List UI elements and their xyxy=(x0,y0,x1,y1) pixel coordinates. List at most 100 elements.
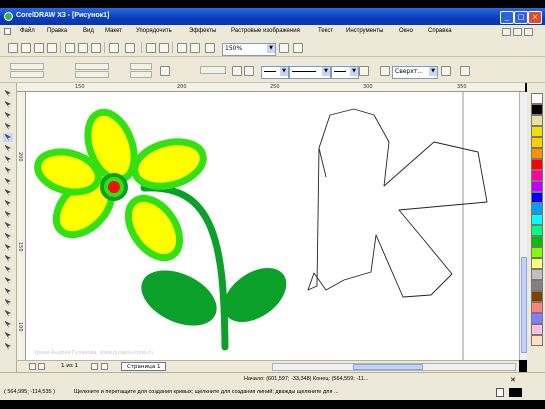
menu-tools[interactable]: Инструменты xyxy=(346,28,383,34)
menu-text[interactable]: Текст xyxy=(318,28,333,34)
horizontal-scrollbar[interactable] xyxy=(272,363,516,371)
next-page-icon[interactable] xyxy=(91,363,98,370)
print-icon[interactable] xyxy=(47,43,57,53)
pick-tool-icon[interactable] xyxy=(3,89,13,98)
color-swatch[interactable] xyxy=(531,214,543,225)
interactive-fill-icon[interactable] xyxy=(3,254,13,263)
rectangle-tool-icon[interactable] xyxy=(3,155,13,164)
zoom-tool-icon[interactable] xyxy=(3,122,13,131)
menu-file[interactable]: Файл xyxy=(20,28,35,34)
color-swatch[interactable] xyxy=(531,181,543,192)
eyedropper-icon[interactable] xyxy=(3,221,13,230)
menu-edit[interactable]: Правка xyxy=(47,28,67,34)
color-swatch[interactable] xyxy=(531,192,543,203)
crop-tool-icon[interactable] xyxy=(3,111,13,120)
virtual-delete-icon[interactable] xyxy=(3,309,13,318)
color-swatch[interactable] xyxy=(531,148,543,159)
end-arrow-dropdown[interactable]: ▼ xyxy=(331,66,359,79)
mirror-vertical-icon[interactable] xyxy=(244,66,254,76)
prev-page-icon[interactable] xyxy=(38,363,45,370)
doc-close-button[interactable] xyxy=(524,28,533,36)
color-swatch[interactable] xyxy=(531,93,543,104)
height-field[interactable] xyxy=(75,71,109,78)
wrap-text-icon[interactable] xyxy=(441,66,451,76)
y-position-field[interactable] xyxy=(10,71,44,78)
menu-window[interactable]: Окно xyxy=(399,28,413,34)
menu-effects[interactable]: Эффекты xyxy=(189,28,216,34)
knife-icon[interactable] xyxy=(3,320,13,329)
menu-help[interactable]: Справка xyxy=(428,28,452,34)
color-swatch[interactable] xyxy=(531,137,543,148)
color-swatch[interactable] xyxy=(531,258,543,269)
color-swatch[interactable] xyxy=(531,335,543,346)
scale-x-field[interactable] xyxy=(130,63,152,70)
last-page-icon[interactable] xyxy=(101,363,108,370)
freehand-flower-outline[interactable] xyxy=(307,108,488,298)
import-icon[interactable] xyxy=(146,43,156,53)
basic-shapes-icon[interactable] xyxy=(3,188,13,197)
menu-arrange[interactable]: Упорядочить xyxy=(136,28,172,34)
roughen-icon[interactable] xyxy=(3,298,13,307)
application-launcher-icon[interactable] xyxy=(177,43,187,53)
ellipse-tool-icon[interactable] xyxy=(3,166,13,175)
connector-icon[interactable] xyxy=(3,342,13,351)
export-icon[interactable] xyxy=(159,43,169,53)
transparency-icon[interactable] xyxy=(3,276,13,285)
color-swatch[interactable] xyxy=(531,269,543,280)
redo-icon[interactable] xyxy=(125,43,135,53)
snap-to-icon[interactable] xyxy=(279,43,289,53)
open-icon[interactable] xyxy=(21,43,31,53)
menu-view[interactable]: Вид xyxy=(83,28,94,34)
cut-icon[interactable] xyxy=(65,43,75,53)
color-swatch[interactable] xyxy=(531,324,543,335)
undo-icon[interactable] xyxy=(109,43,119,53)
mesh-fill-icon[interactable] xyxy=(3,265,13,274)
menu-bitmaps[interactable]: Растровые изображения xyxy=(231,28,300,34)
paste-icon[interactable] xyxy=(91,43,101,53)
new-icon[interactable] xyxy=(8,43,18,53)
text-tool-icon[interactable] xyxy=(3,199,13,208)
color-swatch[interactable] xyxy=(531,236,543,247)
color-swatch[interactable] xyxy=(531,280,543,291)
color-swatch[interactable] xyxy=(531,291,543,302)
save-icon[interactable] xyxy=(34,43,44,53)
corel-online-icon[interactable] xyxy=(190,43,200,53)
color-swatch[interactable] xyxy=(531,115,543,126)
outline-tool-icon[interactable] xyxy=(3,232,13,241)
shape-tool-icon[interactable] xyxy=(3,100,13,109)
menu-layout[interactable]: Макет xyxy=(105,28,122,34)
color-swatch[interactable] xyxy=(531,302,543,313)
minimize-button[interactable]: _ xyxy=(500,11,514,24)
flower-drawing[interactable] xyxy=(33,106,296,351)
smudge-icon[interactable] xyxy=(3,287,13,296)
rotation-field[interactable] xyxy=(200,66,226,74)
color-swatch[interactable] xyxy=(531,313,543,324)
freehand-tool-icon[interactable] xyxy=(3,133,13,142)
width-field[interactable] xyxy=(75,63,109,70)
close-curve-icon[interactable] xyxy=(359,66,369,76)
welcome-screen-icon[interactable] xyxy=(205,43,215,53)
doc-restore-button[interactable] xyxy=(513,28,522,36)
options-icon[interactable] xyxy=(293,43,303,53)
smoothing-icon[interactable] xyxy=(460,66,470,76)
x-position-field[interactable] xyxy=(10,63,44,70)
color-swatch[interactable] xyxy=(531,126,543,137)
doc-minimize-button[interactable] xyxy=(502,28,511,36)
copy-icon[interactable] xyxy=(78,43,88,53)
color-swatch[interactable] xyxy=(531,170,543,181)
zoom-level-dropdown[interactable]: 150% ▼ xyxy=(222,43,276,56)
start-arrow-dropdown[interactable]: ▼ xyxy=(261,66,289,79)
mirror-horizontal-icon[interactable] xyxy=(232,66,242,76)
line-style-dropdown[interactable]: ▼ xyxy=(289,66,331,79)
close-button[interactable]: × xyxy=(528,11,542,24)
lock-ratio-icon[interactable] xyxy=(160,66,170,76)
font-dropdown[interactable]: Сверхт... ▼ xyxy=(392,66,438,79)
drawing-canvas[interactable]: Уроки Андрея Гулякова, www.gulakov-corel… xyxy=(26,92,519,360)
color-swatch[interactable] xyxy=(531,225,543,236)
scale-y-field[interactable] xyxy=(130,71,152,78)
color-swatch[interactable] xyxy=(531,159,543,170)
polygon-tool-icon[interactable] xyxy=(3,177,13,186)
eraser-icon[interactable] xyxy=(3,331,13,340)
color-swatch[interactable] xyxy=(531,247,543,258)
first-page-icon[interactable] xyxy=(29,363,36,370)
